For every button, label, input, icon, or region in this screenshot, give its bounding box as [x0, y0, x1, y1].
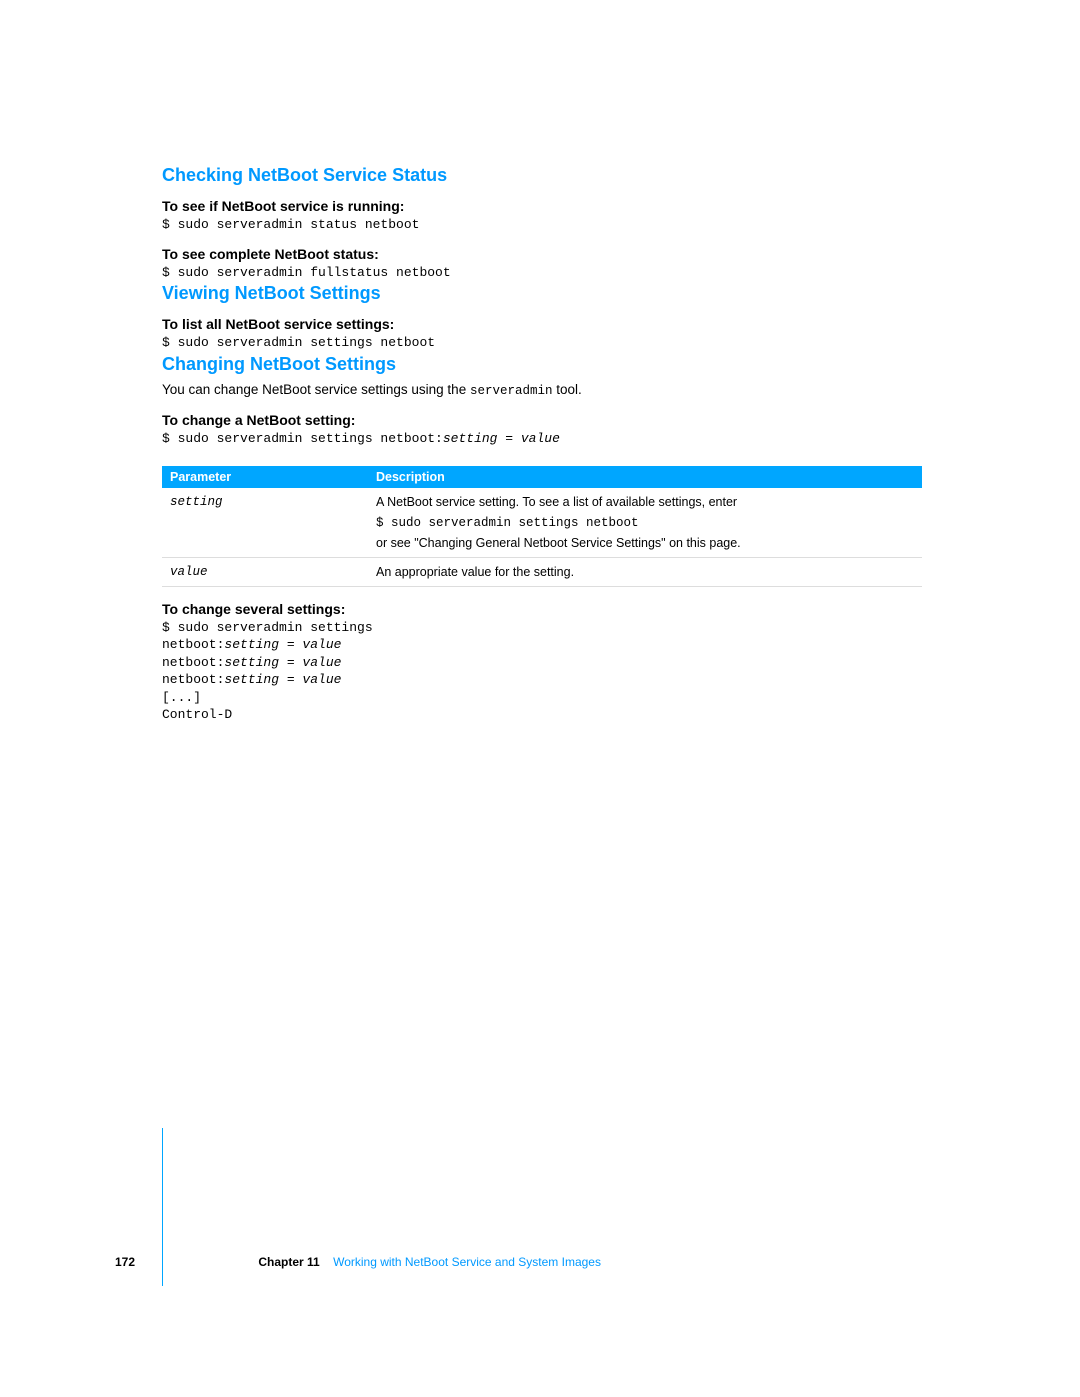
desc-value: An appropriate value for the setting.: [368, 557, 922, 586]
table-row: value An appropriate value for the setti…: [162, 557, 922, 586]
code-change-pre: $ sudo serveradmin settings netboot:: [162, 431, 443, 446]
para-change-intro: You can change NetBoot service settings …: [162, 381, 922, 401]
th-parameter: Parameter: [162, 466, 368, 488]
para-mono-serveradmin: serveradmin: [470, 384, 553, 398]
code-several-nb1: netboot:: [162, 637, 224, 652]
chapter-title: Working with NetBoot Service and System …: [333, 1255, 601, 1269]
desc-setting-line1: A NetBoot service setting. To see a list…: [376, 495, 737, 509]
subhead-complete-status: To see complete NetBoot status:: [162, 246, 922, 262]
code-status: $ sudo serveradmin status netboot: [162, 216, 922, 234]
table-row: setting A NetBoot service setting. To se…: [162, 488, 922, 558]
code-several-sv2: setting = value: [224, 655, 341, 670]
desc-setting-mono: $ sudo serveradmin settings netboot: [376, 516, 639, 530]
code-several-sv3: setting = value: [224, 672, 341, 687]
code-several-nb2: netboot:: [162, 655, 224, 670]
chapter-label: Chapter 11: [258, 1255, 319, 1269]
code-several-controld: Control-D: [162, 707, 232, 722]
code-several-line1: $ sudo serveradmin settings: [162, 620, 373, 635]
subhead-list-settings: To list all NetBoot service settings:: [162, 316, 922, 332]
desc-setting-line2: or see "Changing General Netboot Service…: [376, 536, 741, 550]
param-setting: setting: [162, 488, 368, 558]
code-several-ellipsis: [...]: [162, 690, 201, 705]
subhead-service-running: To see if NetBoot service is running:: [162, 198, 922, 214]
code-settings-list: $ sudo serveradmin settings netboot: [162, 334, 922, 352]
th-description: Description: [368, 466, 922, 488]
para-text-pre: You can change NetBoot service settings …: [162, 382, 470, 397]
heading-checking-status: Checking NetBoot Service Status: [162, 165, 922, 186]
heading-viewing-settings: Viewing NetBoot Settings: [162, 283, 922, 304]
page-content: Checking NetBoot Service Status To see i…: [162, 165, 922, 726]
table-header-row: Parameter Description: [162, 466, 922, 488]
subhead-change-several: To change several settings:: [162, 601, 922, 617]
page-footer: 172 Chapter 11 Working with NetBoot Serv…: [115, 1255, 935, 1269]
code-change-several: $ sudo serveradmin settings netboot:sett…: [162, 619, 922, 724]
code-fullstatus: $ sudo serveradmin fullstatus netboot: [162, 264, 922, 282]
heading-changing-settings: Changing NetBoot Settings: [162, 354, 922, 375]
parameter-table: Parameter Description setting A NetBoot …: [162, 466, 922, 587]
code-several-sv1: setting = value: [224, 637, 341, 652]
code-change-italic: setting = value: [443, 431, 560, 446]
code-change-setting: $ sudo serveradmin settings netboot:sett…: [162, 430, 922, 448]
page-number: 172: [115, 1255, 135, 1269]
param-value: value: [162, 557, 368, 586]
para-text-post: tool.: [552, 382, 581, 397]
code-several-nb3: netboot:: [162, 672, 224, 687]
desc-setting: A NetBoot service setting. To see a list…: [368, 488, 922, 558]
subhead-change-setting: To change a NetBoot setting:: [162, 412, 922, 428]
